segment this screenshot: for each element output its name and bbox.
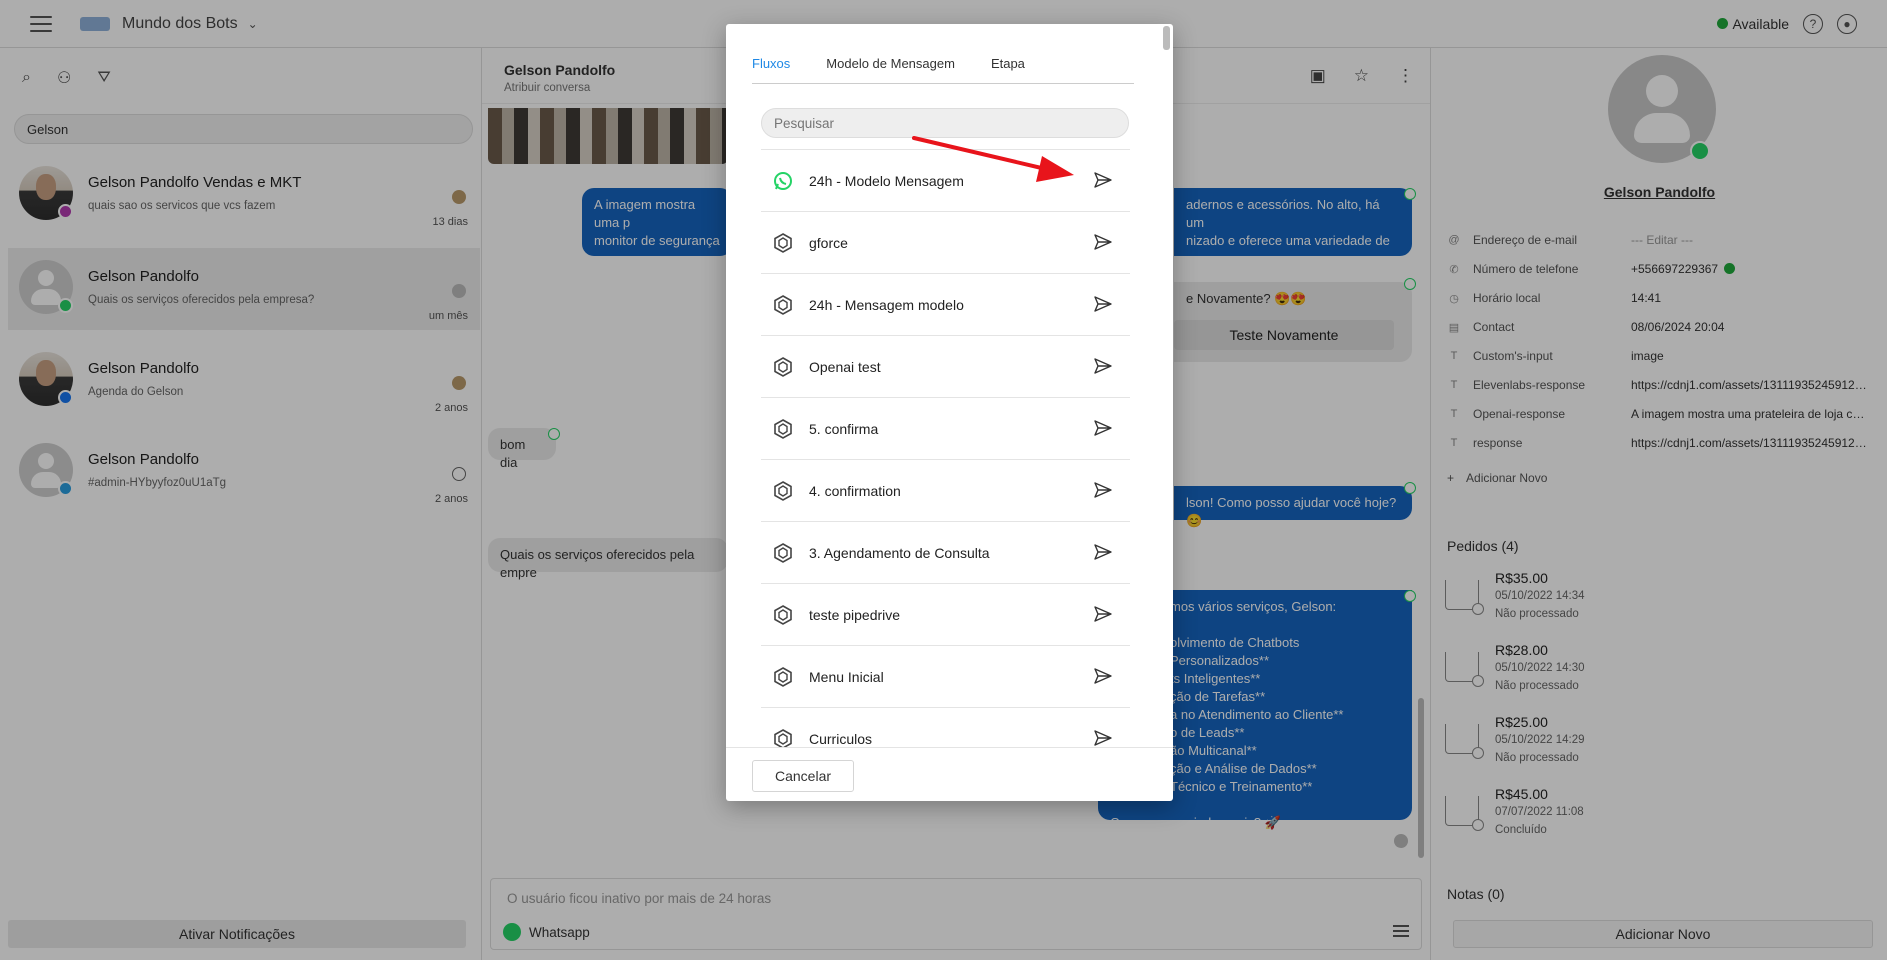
openai-icon — [774, 357, 792, 377]
flow-label: 24h - Mensagem modelo — [809, 297, 964, 313]
modal-footer: Cancelar — [726, 747, 1173, 801]
modal-tabs: Fluxos Modelo de Mensagem Etapa — [752, 54, 1134, 84]
send-icon[interactable] — [1094, 544, 1112, 560]
flow-item[interactable]: teste pipedrive — [761, 584, 1130, 646]
flow-list: 24h - Modelo Mensagem gforce 24h - Mensa… — [761, 149, 1130, 747]
modal-scrollbar[interactable] — [1163, 26, 1170, 50]
tab-etapa[interactable]: Etapa — [991, 54, 1025, 83]
flow-label: teste pipedrive — [809, 607, 901, 623]
send-icon[interactable] — [1094, 730, 1112, 746]
flow-item[interactable]: gforce — [761, 212, 1130, 274]
send-icon[interactable] — [1094, 606, 1112, 622]
tab-modelo-de-mensagem[interactable]: Modelo de Mensagem — [826, 54, 955, 83]
flow-item[interactable]: 24h - Mensagem modelo — [761, 274, 1130, 336]
openai-icon — [774, 295, 792, 315]
send-icon[interactable] — [1094, 420, 1112, 436]
send-icon[interactable] — [1094, 296, 1112, 312]
openai-icon — [774, 481, 792, 501]
send-icon[interactable] — [1094, 668, 1112, 684]
send-icon[interactable] — [1094, 234, 1112, 250]
openai-icon — [774, 233, 792, 253]
cancel-button[interactable]: Cancelar — [752, 760, 854, 792]
send-icon[interactable] — [1094, 358, 1112, 374]
flow-label: 5. confirma — [809, 421, 879, 437]
flow-label: Menu Inicial — [809, 669, 884, 685]
flow-label: gforce — [809, 235, 848, 251]
flow-item[interactable]: Menu Inicial — [761, 646, 1130, 708]
flow-item[interactable]: 24h - Modelo Mensagem — [761, 150, 1130, 212]
flow-label: Openai test — [809, 359, 881, 375]
flow-item[interactable]: Openai test — [761, 336, 1130, 398]
openai-icon — [774, 605, 792, 625]
flow-label: 24h - Modelo Mensagem — [809, 173, 964, 189]
send-icon[interactable] — [1094, 172, 1112, 188]
openai-icon — [774, 419, 792, 439]
flow-label: 4. confirmation — [809, 483, 901, 499]
flow-item[interactable]: Curriculos — [761, 708, 1130, 747]
openai-icon — [774, 543, 792, 563]
flow-label: 3. Agendamento de Consulta — [809, 545, 990, 561]
openai-icon — [774, 729, 792, 747]
tab-fluxos[interactable]: Fluxos — [752, 54, 790, 83]
flow-item[interactable]: 4. confirmation — [761, 460, 1130, 522]
send-flow-modal: Fluxos Modelo de Mensagem Etapa 24h - Mo… — [726, 24, 1173, 801]
flow-item[interactable]: 3. Agendamento de Consulta — [761, 522, 1130, 584]
flow-label: Curriculos — [809, 731, 873, 747]
whatsapp-icon — [774, 172, 792, 190]
openai-icon — [774, 667, 792, 687]
flow-item[interactable]: 5. confirma — [761, 398, 1130, 460]
send-icon[interactable] — [1094, 482, 1112, 498]
flow-search-input[interactable] — [761, 108, 1129, 138]
